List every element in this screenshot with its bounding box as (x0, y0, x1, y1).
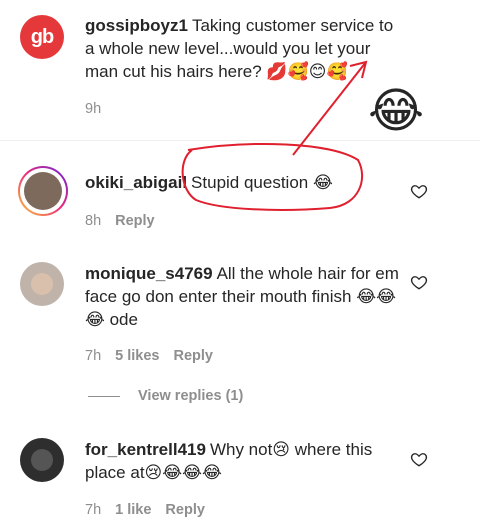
comment-username[interactable]: for_kentrell419 (85, 440, 206, 459)
avatar[interactable] (20, 262, 64, 306)
heart-icon[interactable] (410, 450, 428, 468)
avatar-photo (31, 449, 53, 471)
comment-username[interactable]: gossipboyz1 (85, 16, 188, 35)
comment-text: Stupid question 😂 (191, 173, 333, 192)
heart-icon[interactable] (410, 182, 428, 200)
comment-meta: 9h (85, 101, 101, 117)
heart-icon[interactable] (410, 273, 428, 291)
avatar-photo (24, 172, 62, 210)
avatar[interactable]: gb (20, 15, 64, 59)
avatar[interactable] (20, 438, 64, 482)
likes-count[interactable]: 1 like (115, 502, 151, 518)
comment-time: 8h (85, 213, 102, 229)
comment-username[interactable]: monique_s4769 (85, 264, 213, 283)
reply-button[interactable]: Reply (115, 213, 155, 229)
view-replies-line (88, 395, 120, 397)
laughing-emoji-icon: 😂 (368, 85, 425, 138)
comment-time: 7h (85, 502, 102, 518)
view-replies-button[interactable]: View replies (1) (88, 388, 243, 404)
comment-meta: 8h Reply (85, 213, 155, 229)
view-replies-label: View replies (1) (138, 388, 244, 404)
likes-count[interactable]: 5 likes (115, 348, 159, 364)
comment-body: gossipboyz1 Taking customer service to a … (85, 14, 405, 83)
reply-button[interactable]: Reply (165, 502, 205, 518)
reply-button[interactable]: Reply (173, 348, 213, 364)
comment-username[interactable]: okiki_abigail (85, 173, 187, 192)
comment-body: monique_s4769 All the whole hair for em f… (85, 262, 405, 331)
divider (0, 140, 480, 141)
comment-meta: 7h 5 likes Reply (85, 348, 213, 364)
avatar[interactable] (18, 166, 68, 216)
comment-body: for_kentrell419 Why not😢 where this place… (85, 438, 405, 484)
avatar-photo (31, 273, 53, 295)
comment-time: 9h (85, 101, 102, 117)
comment-time: 7h (85, 348, 102, 364)
comment-meta: 7h 1 like Reply (85, 502, 205, 518)
comment-body: okiki_abigail Stupid question 😂 (85, 171, 385, 194)
avatar-logo-text: gb (30, 25, 54, 48)
